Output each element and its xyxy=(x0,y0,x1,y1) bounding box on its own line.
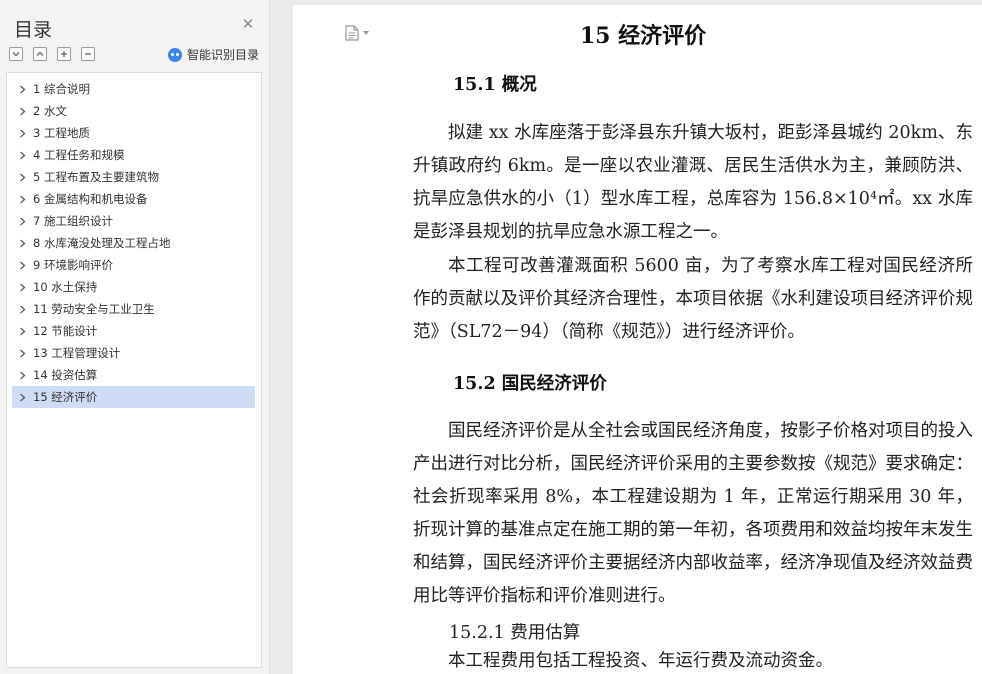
toc-item[interactable]: 1 综合说明 xyxy=(12,78,255,100)
toc-item[interactable]: 13 工程管理设计 xyxy=(12,342,255,364)
smart-robot-icon xyxy=(168,47,182,62)
chevron-right-icon[interactable] xyxy=(15,276,29,298)
toc-item-label: 1 综合说明 xyxy=(33,82,90,96)
paragraph-overview-1: 拟建 xx 水库座落于彭泽县东升镇大坂村，距彭泽县城约 20km、东升镇政府约 … xyxy=(413,123,973,242)
toc-item-label: 14 投资估算 xyxy=(33,368,98,382)
toc-item-label: 3 工程地质 xyxy=(33,126,90,140)
chevron-right-icon[interactable] xyxy=(15,78,29,100)
outline-panel: 目录 ✕ 智能识别目录 1 综合说明 2 水文 3 工程地质 4 工程任务和规模 5 工… xyxy=(0,0,270,674)
toc-item[interactable]: 9 环境影响评价 xyxy=(12,254,255,276)
toc-item[interactable]: 15 经济评价 xyxy=(12,386,255,408)
toc-item-label: 5 工程布置及主要建筑物 xyxy=(33,170,159,184)
toc-item-label: 12 节能设计 xyxy=(33,324,98,338)
collapse-all-icon[interactable] xyxy=(33,47,47,61)
toc-item[interactable]: 4 工程任务和规模 xyxy=(12,144,255,166)
smart-toc-button[interactable]: 智能识别目录 xyxy=(168,46,259,63)
document-page[interactable]: 15 经济评价 15.1 概况 拟建 xx 水库座落于彭泽县东升镇大坂村，距彭泽… xyxy=(293,5,982,674)
toc-item[interactable]: 2 水文 xyxy=(12,100,255,122)
chevron-right-icon[interactable] xyxy=(15,298,29,320)
toc-item[interactable]: 11 劳动安全与工业卫生 xyxy=(12,298,255,320)
toc-item-label: 6 金属结构和机电设备 xyxy=(33,192,148,206)
chevron-right-icon[interactable] xyxy=(15,122,29,144)
section-heading-15-2-1: 15.2.1 费用估算 xyxy=(449,623,581,643)
chevron-right-icon[interactable] xyxy=(15,342,29,364)
chapter-title: 15 经济评价 xyxy=(579,23,707,49)
paragraph-national-eval: 国民经济评价是从全社会或国民经济角度，按影子价格对项目的投入产出进行对比分析，国… xyxy=(413,421,973,606)
chevron-right-icon[interactable] xyxy=(15,386,29,408)
expand-all-icon[interactable] xyxy=(9,47,23,61)
section-heading-15-2: 15.2 国民经济评价 xyxy=(453,374,607,394)
chevron-right-icon[interactable] xyxy=(15,144,29,166)
smart-toc-label: 智能识别目录 xyxy=(187,48,260,62)
chevron-right-icon[interactable] xyxy=(15,320,29,342)
paragraph-overview-2: 本工程可改善灌溉面积 5600 亩，为了考察水库工程对国民经济所作的贡献以及评价… xyxy=(413,256,973,342)
chevron-right-icon[interactable] xyxy=(15,232,29,254)
paragraph-cost-estimate: 本工程费用包括工程投资、年运行费及流动资金。 xyxy=(448,651,833,671)
toc-item-label: 11 劳动安全与工业卫生 xyxy=(33,302,155,316)
toc-list-container: 1 综合说明 2 水文 3 工程地质 4 工程任务和规模 5 工程布置及主要建筑物 6 金… xyxy=(6,72,262,668)
toc-item[interactable]: 5 工程布置及主要建筑物 xyxy=(12,166,255,188)
toc-item-label: 7 施工组织设计 xyxy=(33,214,113,228)
chevron-right-icon[interactable] xyxy=(15,210,29,232)
toc-item-label: 13 工程管理设计 xyxy=(33,346,121,360)
toc-item[interactable]: 7 施工组织设计 xyxy=(12,210,255,232)
section-heading-15-1: 15.1 概况 xyxy=(453,75,537,95)
close-icon[interactable]: ✕ xyxy=(240,16,256,32)
chevron-right-icon[interactable] xyxy=(15,166,29,188)
toc-item-label: 15 经济评价 xyxy=(33,390,98,404)
toc-item[interactable]: 12 节能设计 xyxy=(12,320,255,342)
toc-item-label: 2 水文 xyxy=(33,104,67,118)
chevron-right-icon[interactable] xyxy=(15,364,29,386)
toc-item[interactable]: 10 水土保持 xyxy=(12,276,255,298)
outline-title: 目录 xyxy=(14,19,53,41)
chevron-right-icon[interactable] xyxy=(15,254,29,276)
add-heading-icon[interactable] xyxy=(57,47,71,61)
toc-item-label: 10 水土保持 xyxy=(33,280,98,294)
toc-item[interactable]: 3 工程地质 xyxy=(12,122,255,144)
toc-item[interactable]: 6 金属结构和机电设备 xyxy=(12,188,255,210)
chevron-right-icon[interactable] xyxy=(15,100,29,122)
outline-toolbar xyxy=(9,47,95,61)
toc-list: 1 综合说明 2 水文 3 工程地质 4 工程任务和规模 5 工程布置及主要建筑物 6 金… xyxy=(7,73,261,408)
toc-item-label: 8 水库淹没处理及工程占地 xyxy=(33,236,171,250)
document-area: 15 经济评价 15.1 概况 拟建 xx 水库座落于彭泽县东升镇大坂村，距彭泽… xyxy=(271,0,982,674)
remove-heading-icon[interactable] xyxy=(81,47,95,61)
toc-item-label: 9 环境影响评价 xyxy=(33,258,113,272)
toc-item[interactable]: 14 投资估算 xyxy=(12,364,255,386)
toc-item[interactable]: 8 水库淹没处理及工程占地 xyxy=(12,232,255,254)
toc-item-label: 4 工程任务和规模 xyxy=(33,148,125,162)
chevron-right-icon[interactable] xyxy=(15,188,29,210)
